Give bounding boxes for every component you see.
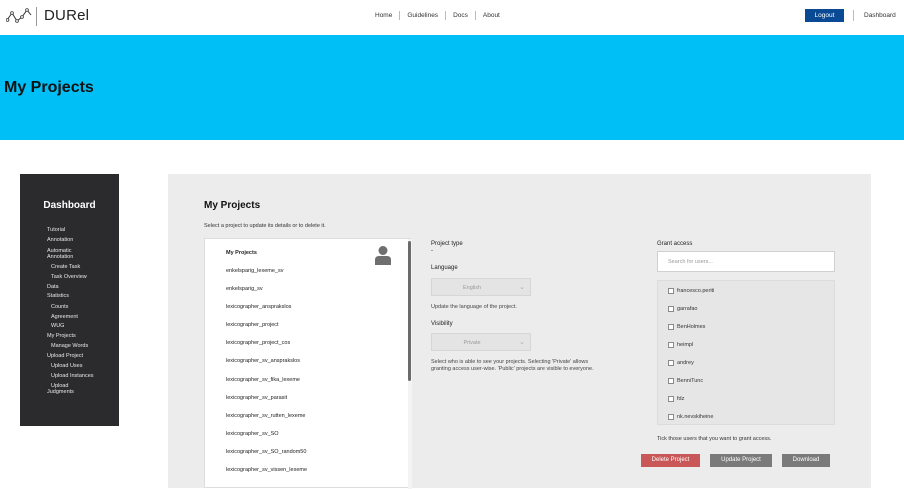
- sidebar-item-my-projects[interactable]: My Projects: [47, 333, 76, 339]
- download-button[interactable]: Download: [782, 454, 830, 467]
- project-item[interactable]: lexicographer_sv_rutten_lexeme: [226, 413, 306, 419]
- user-checkbox-row[interactable]: francesco.periti: [668, 288, 714, 294]
- logo-divider: [36, 7, 37, 26]
- nav-link-home[interactable]: Home: [368, 11, 399, 20]
- panel-title: My Projects: [204, 200, 261, 211]
- checkbox[interactable]: [668, 414, 674, 420]
- sidebar-item-upload-instances[interactable]: Upload Instances: [51, 373, 94, 379]
- project-item[interactable]: lexicographer_project: [226, 322, 279, 328]
- logout-button[interactable]: Logout: [805, 9, 844, 22]
- sidebar-item-wug[interactable]: WUG: [51, 323, 64, 329]
- project-item[interactable]: lexicographer_sv_fika_lexeme: [226, 377, 300, 383]
- user-checkbox-row[interactable]: garrafao: [668, 306, 698, 312]
- project-type-value: -: [431, 248, 433, 254]
- page-title: My Projects: [4, 79, 94, 96]
- top-navbar: DURel Home Guidelines Docs About Logout …: [0, 0, 904, 35]
- update-project-button[interactable]: Update Project: [710, 454, 772, 467]
- user-checkbox-row[interactable]: andrey: [668, 360, 694, 366]
- user-checkbox-row[interactable]: nk.nevskiheine: [668, 414, 713, 420]
- project-item[interactable]: lexicographer_sv_parasit: [226, 395, 287, 401]
- project-item[interactable]: lexicographer_ansprakslos: [226, 304, 291, 310]
- project-list[interactable]: My Projects enkelsparig_lexeme_sv enkels…: [204, 238, 412, 489]
- project-item[interactable]: lexicographer_sv_SO: [226, 431, 279, 437]
- dashboard-sidebar: Dashboard Tutorial Annotation Automatic …: [20, 174, 119, 426]
- sidebar-item-upload-uses[interactable]: Upload Uses: [51, 363, 83, 369]
- language-select[interactable]: English ⌄: [431, 278, 531, 296]
- user-checkbox-list[interactable]: francesco.periti garrafao BenHolmes heim…: [657, 280, 835, 425]
- project-item[interactable]: enkelsparig_sv: [226, 286, 263, 292]
- language-select-value: English: [462, 285, 482, 291]
- visibility-select[interactable]: Private ⌄: [431, 333, 531, 351]
- sidebar-item-annotation[interactable]: Annotation: [47, 237, 73, 243]
- user-checkbox-row[interactable]: BenniTunc: [668, 378, 703, 384]
- project-item[interactable]: lexicographer_sv_vissen_lexeme: [226, 467, 307, 473]
- sidebar-item-upload-judgments-line2[interactable]: Judgments: [47, 389, 74, 395]
- project-item[interactable]: enkelsparig_lexeme_sv: [226, 268, 283, 274]
- sidebar-item-tutorial[interactable]: Tutorial: [47, 227, 65, 233]
- user-checkbox-row[interactable]: heimpl: [668, 342, 693, 348]
- delete-project-button[interactable]: Delete Project: [641, 454, 700, 467]
- sidebar-title: Dashboard: [43, 200, 96, 211]
- checkbox[interactable]: [668, 360, 674, 366]
- project-item[interactable]: lexicographer_sv_ansprakslos: [226, 358, 300, 364]
- visibility-select-value: Private: [463, 340, 481, 346]
- nav-link-about[interactable]: About: [474, 11, 507, 20]
- visibility-label: Visibility: [431, 321, 453, 327]
- visibility-hint-line1: Select who is able to see your projects.…: [431, 359, 589, 365]
- grant-access-label: Grant access: [657, 241, 693, 247]
- checkbox[interactable]: [668, 378, 674, 384]
- dashboard-link[interactable]: Dashboard: [864, 12, 896, 19]
- panel-subtitle: Select a project to update its details o…: [204, 223, 326, 229]
- nav-link-docs[interactable]: Docs: [445, 11, 475, 20]
- user-name: andrey: [677, 360, 694, 366]
- user-avatar-icon: [375, 246, 391, 265]
- visibility-hint-line2: granting access user-wise. 'Public' proj…: [431, 366, 594, 372]
- grant-access-hint: Tick those users that you want to grant …: [657, 436, 772, 442]
- language-label: Language: [431, 265, 458, 271]
- user-name: garrafao: [677, 306, 698, 312]
- app-logo-text[interactable]: DURel: [44, 7, 89, 24]
- project-list-header: My Projects: [226, 250, 257, 256]
- user-name: BenHolmes: [677, 324, 706, 330]
- project-item[interactable]: lexicographer_sv_SO_random50: [226, 449, 306, 455]
- projects-panel: My Projects Select a project to update i…: [168, 174, 871, 489]
- user-name: nk.nevskiheine: [677, 414, 714, 420]
- sidebar-item-upload-project[interactable]: Upload Project: [47, 353, 83, 359]
- checkbox[interactable]: [668, 396, 674, 402]
- page-banner: My Projects: [0, 35, 904, 140]
- chevron-down-icon: ⌄: [519, 284, 525, 291]
- sidebar-item-task-overview[interactable]: Task Overview: [51, 274, 87, 280]
- user-checkbox-row[interactable]: fdz: [668, 396, 684, 402]
- nav-links: Home Guidelines Docs About: [368, 11, 507, 20]
- checkbox[interactable]: [668, 324, 674, 330]
- user-name: heimpl: [677, 342, 694, 348]
- checkbox[interactable]: [668, 306, 674, 312]
- chevron-down-icon: ⌄: [519, 339, 525, 346]
- sidebar-item-statistics[interactable]: Statistics: [47, 293, 69, 299]
- sidebar-item-agreement[interactable]: Agreement: [51, 314, 78, 320]
- sidebar-item-data[interactable]: Data: [47, 284, 59, 290]
- nav-link-guidelines[interactable]: Guidelines: [399, 11, 445, 20]
- sidebar-item-counts[interactable]: Counts: [51, 304, 68, 310]
- logo-graph-icon[interactable]: [6, 7, 32, 25]
- language-hint: Update the language of the project.: [431, 304, 517, 310]
- sidebar-item-create-task[interactable]: Create Task: [51, 264, 80, 270]
- user-name: BenniTunc: [677, 378, 704, 384]
- project-type-label: Project type: [431, 241, 463, 247]
- user-checkbox-row[interactable]: BenHolmes: [668, 324, 705, 330]
- project-item[interactable]: lexicographer_project_cos: [226, 340, 290, 346]
- user-search-input[interactable]: Search for users...: [657, 251, 835, 272]
- nav-divider: [853, 10, 854, 21]
- user-name: francesco.periti: [677, 288, 715, 294]
- checkbox[interactable]: [668, 288, 674, 294]
- user-name: fdz: [677, 396, 685, 402]
- project-list-scrollbar-thumb[interactable]: [408, 241, 411, 381]
- sidebar-item-manage-words[interactable]: Manage Words: [51, 343, 88, 349]
- checkbox[interactable]: [668, 342, 674, 348]
- sidebar-item-automatic-annotation-line2[interactable]: Annotation: [47, 254, 73, 260]
